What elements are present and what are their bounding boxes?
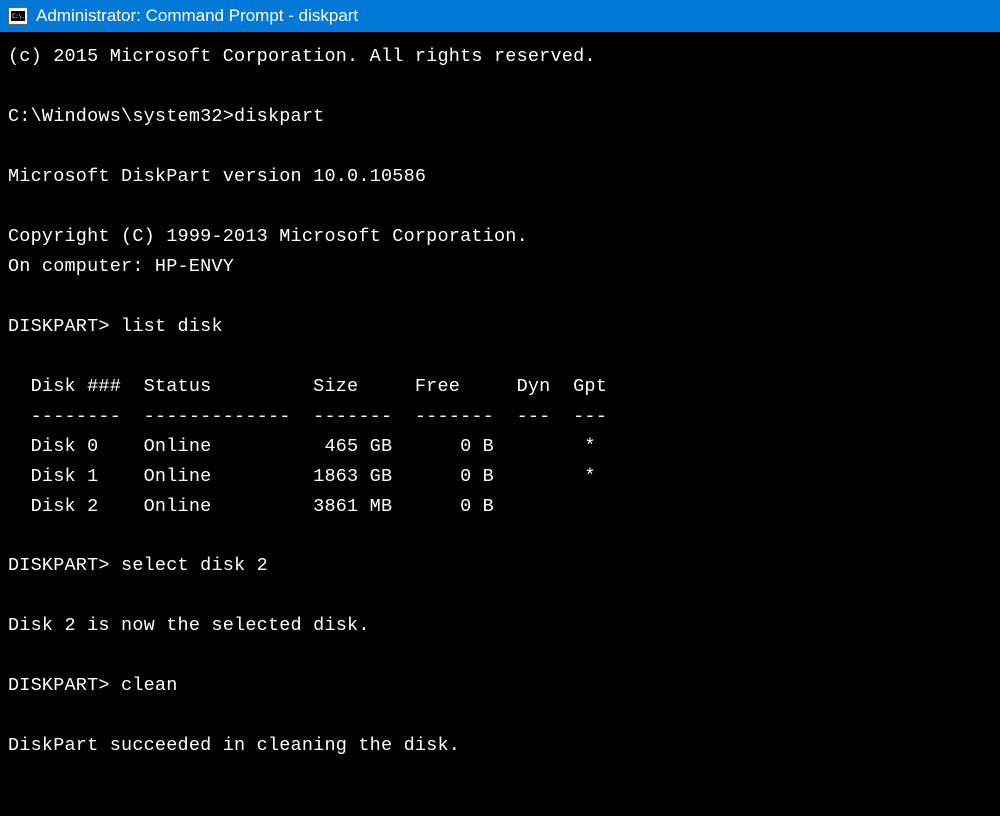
command-clean: clean (121, 675, 178, 696)
table-row: Disk 1 Online 1863 GB 0 B * (8, 466, 596, 487)
prompt-path: C:\Windows\system32> (8, 106, 234, 127)
table-row: Disk 0 Online 465 GB 0 B * (8, 436, 596, 457)
computer-name-line: On computer: HP-ENVY (8, 256, 234, 277)
copyright-line: (c) 2015 Microsoft Corporation. All righ… (8, 46, 596, 67)
table-row: Disk 2 Online 3861 MB 0 B (8, 496, 494, 517)
command-list-disk: list disk (121, 316, 223, 337)
disk-table-divider: -------- ------------- ------- ------- -… (8, 406, 607, 427)
terminal-icon-label: C:\. (11, 11, 25, 21)
clean-result: DiskPart succeeded in cleaning the disk. (8, 735, 460, 756)
diskpart-version: Microsoft DiskPart version 10.0.10586 (8, 166, 426, 187)
diskpart-prompt: DISKPART> (8, 555, 121, 576)
window-title: Administrator: Command Prompt - diskpart (36, 6, 358, 26)
terminal-output[interactable]: (c) 2015 Microsoft Corporation. All righ… (0, 32, 1000, 771)
select-result: Disk 2 is now the selected disk. (8, 615, 370, 636)
disk-table-header: Disk ### Status Size Free Dyn Gpt (8, 376, 607, 397)
command-diskpart: diskpart (234, 106, 324, 127)
diskpart-copyright: Copyright (C) 1999-2013 Microsoft Corpor… (8, 226, 528, 247)
terminal-icon: C:\. (8, 7, 28, 25)
window-titlebar[interactable]: C:\. Administrator: Command Prompt - dis… (0, 0, 1000, 32)
command-select-disk: select disk 2 (121, 555, 268, 576)
diskpart-prompt: DISKPART> (8, 316, 121, 337)
diskpart-prompt: DISKPART> (8, 675, 121, 696)
